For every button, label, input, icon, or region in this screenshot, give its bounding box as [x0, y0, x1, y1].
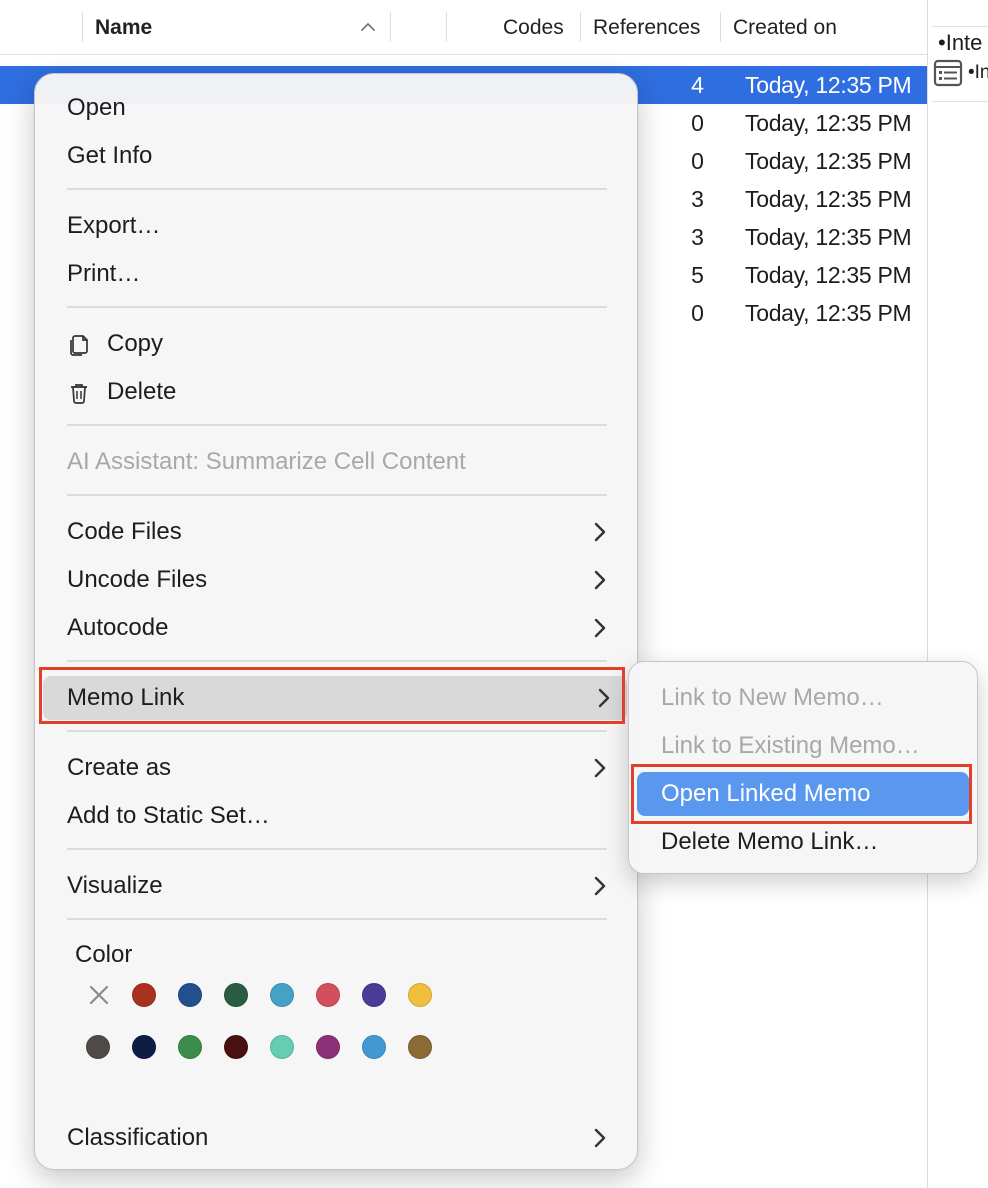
menu-item-label: AI Assistant: Summarize Cell Content: [67, 448, 466, 475]
column-header-codes[interactable]: Codes: [503, 0, 564, 55]
menu-item-label: Print…: [67, 260, 141, 287]
trash-icon: [71, 384, 87, 404]
menu-item-label: Code Files: [67, 518, 182, 545]
menu-item-label: Visualize: [67, 872, 163, 899]
menu-item-create-as[interactable]: Create as: [67, 746, 607, 790]
menu-item-print[interactable]: Print…: [67, 252, 607, 296]
menu-item-label: Classification: [67, 1124, 209, 1151]
submenu-item-link-existing-memo: Link to Existing Memo…: [661, 732, 920, 759]
menu-item-ai-assistant: AI Assistant: Summarize Cell Content: [67, 440, 607, 484]
row-codes: 0: [691, 148, 704, 174]
row-created-on: Today, 12:35 PM: [745, 72, 912, 98]
chevron-right-icon: [594, 758, 606, 778]
color-swatch[interactable]: [362, 983, 386, 1007]
row-created-on: Today, 12:35 PM: [745, 148, 912, 174]
menu-item-label: Export…: [67, 212, 161, 239]
preview-panel: •Inte •In: [927, 0, 988, 1188]
color-swatch[interactable]: [132, 1035, 156, 1059]
color-swatch[interactable]: [316, 983, 340, 1007]
row-codes: 5: [691, 262, 704, 288]
menu-item-label: Uncode Files: [67, 566, 208, 593]
color-swatch[interactable]: [224, 983, 248, 1007]
row-codes: 0: [691, 110, 704, 136]
chevron-right-icon: [598, 688, 610, 708]
menu-item-classification[interactable]: Classification: [67, 1116, 607, 1160]
no-color-icon[interactable]: [87, 983, 111, 1007]
menu-item-visualize[interactable]: Visualize: [67, 864, 607, 908]
menu-item-delete[interactable]: Delete: [67, 370, 607, 414]
menu-item-get-info[interactable]: Get Info: [67, 134, 607, 178]
menu-item-label: Add to Static Set…: [67, 802, 270, 829]
column-separator[interactable]: [390, 12, 391, 42]
context-menu: Open Get Info Export… Print… Copy Delete…: [34, 73, 638, 1170]
menu-item-copy[interactable]: Copy: [67, 322, 607, 366]
menu-item-label: Create as: [67, 754, 172, 781]
chevron-right-icon: [594, 876, 606, 896]
row-created-on: Today, 12:35 PM: [745, 300, 912, 326]
row-codes: 3: [691, 186, 704, 212]
row-created-on: Today, 12:35 PM: [745, 186, 912, 212]
sort-ascending-icon[interactable]: [360, 19, 376, 35]
menu-item-export[interactable]: Export…: [67, 204, 607, 248]
color-swatch[interactable]: [362, 1035, 386, 1059]
column-separator[interactable]: [446, 12, 447, 42]
row-codes: 4: [691, 72, 704, 98]
menu-divider: [67, 848, 607, 850]
column-separator[interactable]: [720, 12, 721, 42]
color-swatch[interactable]: [86, 1035, 110, 1059]
column-header-references[interactable]: References: [593, 0, 700, 55]
color-section-title: Color: [75, 941, 133, 968]
preview-text-line: •In: [968, 62, 988, 83]
row-created-on: Today, 12:35 PM: [745, 224, 912, 250]
menu-item-open[interactable]: Open: [67, 86, 607, 130]
color-swatch[interactable]: [132, 983, 156, 1007]
color-swatch[interactable]: [270, 983, 294, 1007]
color-swatch[interactable]: [270, 1035, 294, 1059]
submenu-item-open-linked-memo[interactable]: Open Linked Memo: [637, 772, 969, 816]
color-swatch[interactable]: [316, 1035, 340, 1059]
submenu-item-link-new-memo: Link to New Memo…: [661, 684, 884, 711]
color-swatch[interactable]: [178, 983, 202, 1007]
row-created-on: Today, 12:35 PM: [745, 110, 912, 136]
menu-item-memo-link[interactable]: Memo Link: [43, 676, 627, 720]
table-header: Name Codes References Created on: [0, 0, 928, 55]
menu-divider: [67, 918, 607, 920]
memo-link-submenu: Link to New Memo… Link to Existing Memo……: [628, 661, 978, 874]
copy-icon: [70, 335, 88, 356]
row-created-on: Today, 12:35 PM: [745, 262, 912, 288]
menu-item-label: Get Info: [67, 142, 153, 169]
menu-divider: [67, 424, 607, 426]
menu-item-label: Memo Link: [67, 684, 185, 711]
menu-divider: [67, 188, 607, 190]
row-codes: 0: [691, 300, 704, 326]
color-swatch[interactable]: [408, 983, 432, 1007]
menu-item-label: Delete: [107, 378, 177, 405]
menu-divider: [67, 660, 607, 662]
submenu-item-delete-memo-link[interactable]: Delete Memo Link…: [661, 820, 971, 864]
column-separator[interactable]: [82, 12, 83, 42]
menu-item-code-files[interactable]: Code Files: [67, 510, 607, 554]
menu-item-uncode-files[interactable]: Uncode Files: [67, 558, 607, 602]
menu-divider: [67, 730, 607, 732]
menu-divider: [67, 494, 607, 496]
preview-text-line: •Inte: [938, 30, 983, 55]
column-separator[interactable]: [580, 12, 581, 42]
row-codes: 3: [691, 224, 704, 250]
chevron-right-icon: [594, 1128, 606, 1148]
menu-divider: [67, 306, 607, 308]
menu-item-label: Autocode: [67, 614, 169, 641]
chevron-right-icon: [594, 570, 606, 590]
menu-item-label: Open: [67, 94, 126, 121]
color-swatch[interactable]: [408, 1035, 432, 1059]
color-swatch[interactable]: [224, 1035, 248, 1059]
column-header-created-on[interactable]: Created on: [733, 0, 837, 55]
chevron-right-icon: [594, 522, 606, 542]
chevron-right-icon: [594, 618, 606, 638]
menu-item-autocode[interactable]: Autocode: [67, 606, 607, 650]
list-table-icon[interactable]: [933, 58, 963, 88]
menu-item-label: Copy: [107, 330, 164, 357]
color-swatch[interactable]: [178, 1035, 202, 1059]
menu-item-add-to-static-set[interactable]: Add to Static Set…: [67, 794, 607, 838]
column-header-name[interactable]: Name: [95, 0, 152, 55]
